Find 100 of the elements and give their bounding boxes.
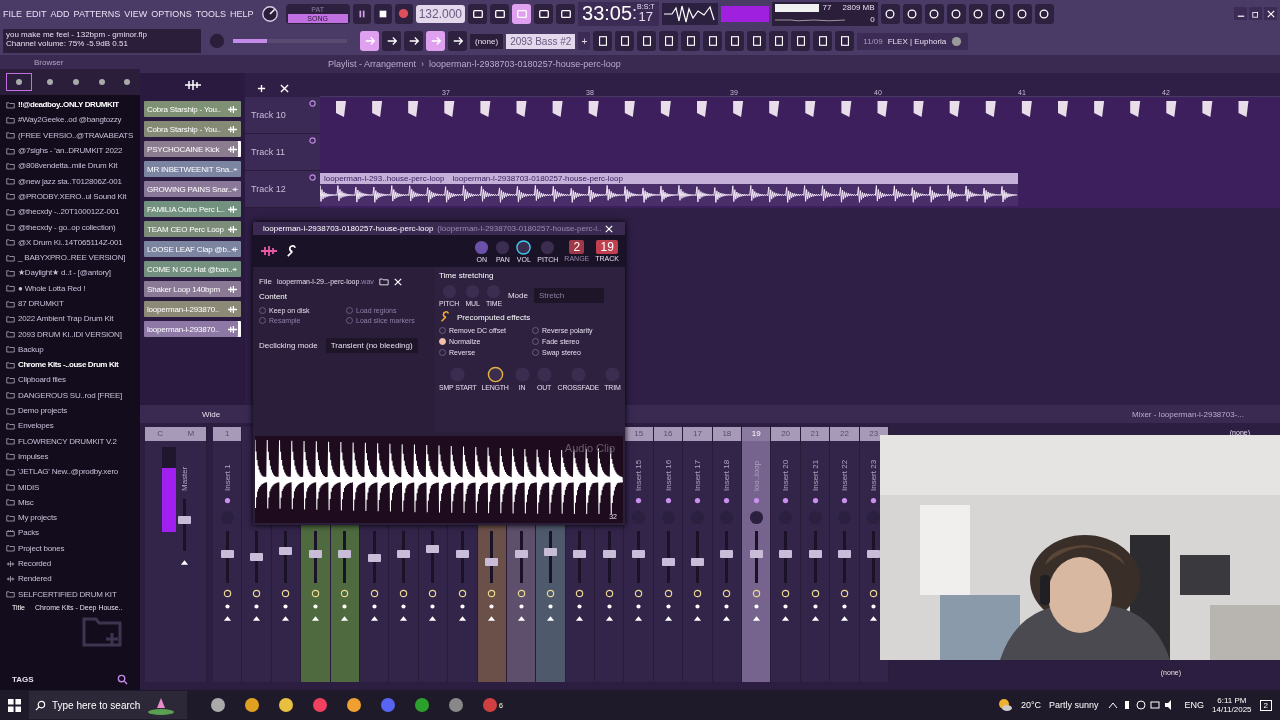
browser-item[interactable]: Project bones bbox=[6, 540, 140, 556]
audio-clip[interactable]: looperman-l-293..house-perc-loop looperman-l-2938703-0180257-house-perc-loop bbox=[320, 173, 1018, 206]
browser-item[interactable]: FLOWRENCY DRUMKIT V.2 bbox=[6, 433, 140, 449]
browser-item[interactable]: @7sighs - 'an..DRUMKIT 2022 bbox=[6, 142, 140, 159]
mixer-strip[interactable]: 20 Insert 20 bbox=[771, 427, 801, 682]
strip-name: Insert 20 bbox=[781, 458, 791, 491]
browser-item[interactable]: @new jazz sta..T012806Z-001 bbox=[6, 173, 140, 189]
menu-item[interactable]: ADD bbox=[50, 8, 70, 19]
browser-item[interactable]: Misc bbox=[6, 494, 140, 510]
browser-item[interactable]: 2093 DRUM KI..IDI VERSION] bbox=[6, 326, 140, 342]
browser-item[interactable]: 'JETLAG' New..@prodby.xero bbox=[6, 464, 140, 480]
wide-label[interactable]: Wide bbox=[202, 409, 221, 419]
browser-item[interactable]: MIDIS bbox=[6, 479, 140, 495]
browser-item[interactable]: _ BABYXPRO..REE VERSION] bbox=[6, 249, 140, 266]
window-subtitle: (looperman-l-2938703-0180257-house-perc-l.. bbox=[437, 224, 602, 233]
mixer-strip[interactable]: 1 Insert 1 bbox=[213, 427, 243, 682]
menu-item[interactable]: PATTERNS bbox=[73, 8, 121, 19]
channel-button[interactable]: PSYCHOCAINE Kick bbox=[144, 141, 241, 157]
section-title: Time stretching bbox=[439, 271, 495, 280]
mixer-strip[interactable]: 21 Insert 21 bbox=[800, 427, 831, 682]
tempo-display[interactable]: 132.000 bbox=[415, 4, 465, 23]
strip-name: Insert 15 bbox=[634, 458, 644, 491]
mixer-strip[interactable]: 15 Insert 15 bbox=[624, 427, 654, 682]
browser-item[interactable]: ★Daylight★ d..t - [@antory] bbox=[6, 265, 140, 281]
snap-dropdown[interactable]: (none) bbox=[470, 33, 504, 49]
track-header[interactable]: Track 10 bbox=[245, 97, 320, 134]
mixer-title: Mixer - looperman-l-2938703-... bbox=[1131, 409, 1244, 419]
browser-item[interactable]: 2022 Ambient Trap Drum Kit bbox=[6, 311, 140, 327]
tags-label[interactable]: TAGS bbox=[12, 674, 34, 684]
channel-button[interactable]: Cobra Starship - You.. bbox=[144, 121, 241, 137]
clip-label: looperman-l-2938703-0180257-house-perc-loop bbox=[452, 173, 623, 184]
browser-item[interactable]: Clipboard files bbox=[6, 372, 140, 388]
menu-item[interactable]: VIEW bbox=[124, 8, 148, 19]
notification-badge[interactable]: 2 bbox=[1259, 699, 1272, 711]
weather-text[interactable]: Partly sunny bbox=[1049, 700, 1099, 710]
hint-text: you make me feel - 132bpm - gminor.flp bbox=[6, 30, 148, 39]
channel-button[interactable]: Shaker Loop 140bpm bbox=[144, 281, 241, 297]
search-field[interactable]: Type here to search bbox=[29, 691, 187, 719]
menu-item[interactable]: EDIT bbox=[26, 8, 47, 19]
browser-item[interactable]: @thecxdy - go..op collection) bbox=[6, 219, 140, 235]
browser-item[interactable]: Chrome Kits -..ouse Drum Kit bbox=[6, 357, 140, 373]
browser-item[interactable]: DANGEROUS SU..rod [FREE] bbox=[6, 387, 140, 403]
language-indicator[interactable]: ENG bbox=[1184, 700, 1205, 710]
strip-name: Insert 22 bbox=[839, 458, 849, 491]
track-header[interactable]: Track 11 bbox=[245, 134, 320, 171]
declicking-dropdown[interactable]: Transient (no bleeding) bbox=[325, 338, 418, 353]
channel-button[interactable]: MR INBETWEENIT Sna.. bbox=[144, 161, 241, 177]
clip-label: looperman-l-293..house-perc-loop bbox=[324, 173, 445, 184]
strip-number: 16 bbox=[653, 427, 683, 441]
section-title: Precomputed effects bbox=[457, 312, 531, 322]
browser-item[interactable]: My projects bbox=[6, 510, 140, 526]
mode-label: Mode bbox=[507, 291, 528, 300]
track-lane[interactable]: looperman-l-293..house-perc-loop looperman-l-2938703-0180257-house-perc-loop bbox=[320, 171, 1280, 208]
news-date: 11/09 bbox=[863, 36, 883, 46]
browser-item[interactable]: Demo projects bbox=[6, 402, 140, 419]
menu-item[interactable]: OPTIONS bbox=[151, 8, 192, 19]
browser-item[interactable]: Rendered bbox=[6, 571, 140, 587]
track-header[interactable]: Track 12 bbox=[245, 171, 320, 208]
pattern-selector[interactable]: 2093 Bass #2 bbox=[506, 33, 576, 49]
add-pattern-button[interactable]: + bbox=[578, 32, 591, 50]
browser-item[interactable]: !!@deadboy..ONLY DRUMKIT bbox=[6, 97, 140, 113]
browser-item[interactable]: @X Drum Ki..14T065114Z-001 bbox=[6, 234, 140, 250]
strip-number: 19 bbox=[742, 427, 771, 441]
clock[interactable]: 6:11 PM 14/11/2025 bbox=[1212, 696, 1252, 714]
track-name: Track 10 bbox=[251, 110, 286, 120]
channel-button[interactable]: looperman-l-293870.. bbox=[144, 321, 241, 337]
temperature-text[interactable]: 20°C bbox=[1020, 700, 1042, 710]
channel-button[interactable]: LOOSE LEAF Clap @b.. bbox=[144, 241, 241, 257]
browser-item[interactable]: @thecxdy -..20T100012Z-001 bbox=[6, 204, 140, 220]
strip-number: 22 bbox=[830, 427, 859, 441]
browser-item[interactable]: ● Whole Lotta Red ! bbox=[6, 280, 140, 296]
menu-item[interactable]: HELP bbox=[230, 8, 254, 19]
channel-button[interactable]: GROWING PAINS Snar.. bbox=[144, 181, 241, 197]
channel-button[interactable]: looperman-l-293870.. bbox=[144, 301, 241, 317]
mixer-track-value[interactable]: 19 bbox=[596, 240, 618, 254]
mode-dropdown[interactable]: Stretch bbox=[533, 288, 604, 303]
browser-item[interactable]: 87 DRUMKIT bbox=[6, 295, 140, 312]
mixer-strip[interactable]: 22 Insert 22 bbox=[830, 427, 860, 682]
polyphony-value: 0 bbox=[870, 15, 875, 24]
mixer-strip[interactable]: 18 Insert 18 bbox=[712, 427, 743, 682]
mixer-strip[interactable]: 16 Insert 16 bbox=[653, 427, 684, 682]
strip-number: 1 bbox=[213, 427, 242, 441]
browser-item[interactable]: SELFCERTIFIED DRUM KIT bbox=[6, 586, 140, 602]
browser-item[interactable]: (FREE VERSIO..@TRAVABEATS bbox=[6, 127, 140, 143]
browser-item[interactable]: @808vendetta..mile Drum Kit bbox=[6, 158, 140, 174]
browser-item[interactable]: Recorded bbox=[6, 555, 140, 572]
strip-number: 15 bbox=[624, 427, 653, 441]
browser-item[interactable]: Backup bbox=[6, 341, 140, 358]
menu-item[interactable]: TOOLS bbox=[195, 8, 227, 19]
menu-item[interactable]: FILE bbox=[3, 8, 22, 19]
browser-item[interactable]: Packs bbox=[6, 525, 140, 541]
browser-item[interactable]: @PRODBY.XERO..ul Sound Kit bbox=[6, 188, 140, 205]
browser-item[interactable]: #Way2Geeke..od @bangtozzy bbox=[6, 112, 140, 128]
mixer-strip[interactable]: 17 Insert 17 bbox=[683, 427, 713, 682]
channel-button[interactable]: TEAM CEO Perc Loop bbox=[144, 221, 241, 237]
range-value[interactable]: 2 bbox=[569, 240, 585, 254]
file-label: File bbox=[259, 277, 272, 286]
browser-item[interactable]: Impulses bbox=[6, 448, 140, 465]
news-panel[interactable]: 11/09 FLEX | Euphoria bbox=[857, 32, 969, 50]
browser-item[interactable]: Envelopes bbox=[6, 418, 140, 434]
